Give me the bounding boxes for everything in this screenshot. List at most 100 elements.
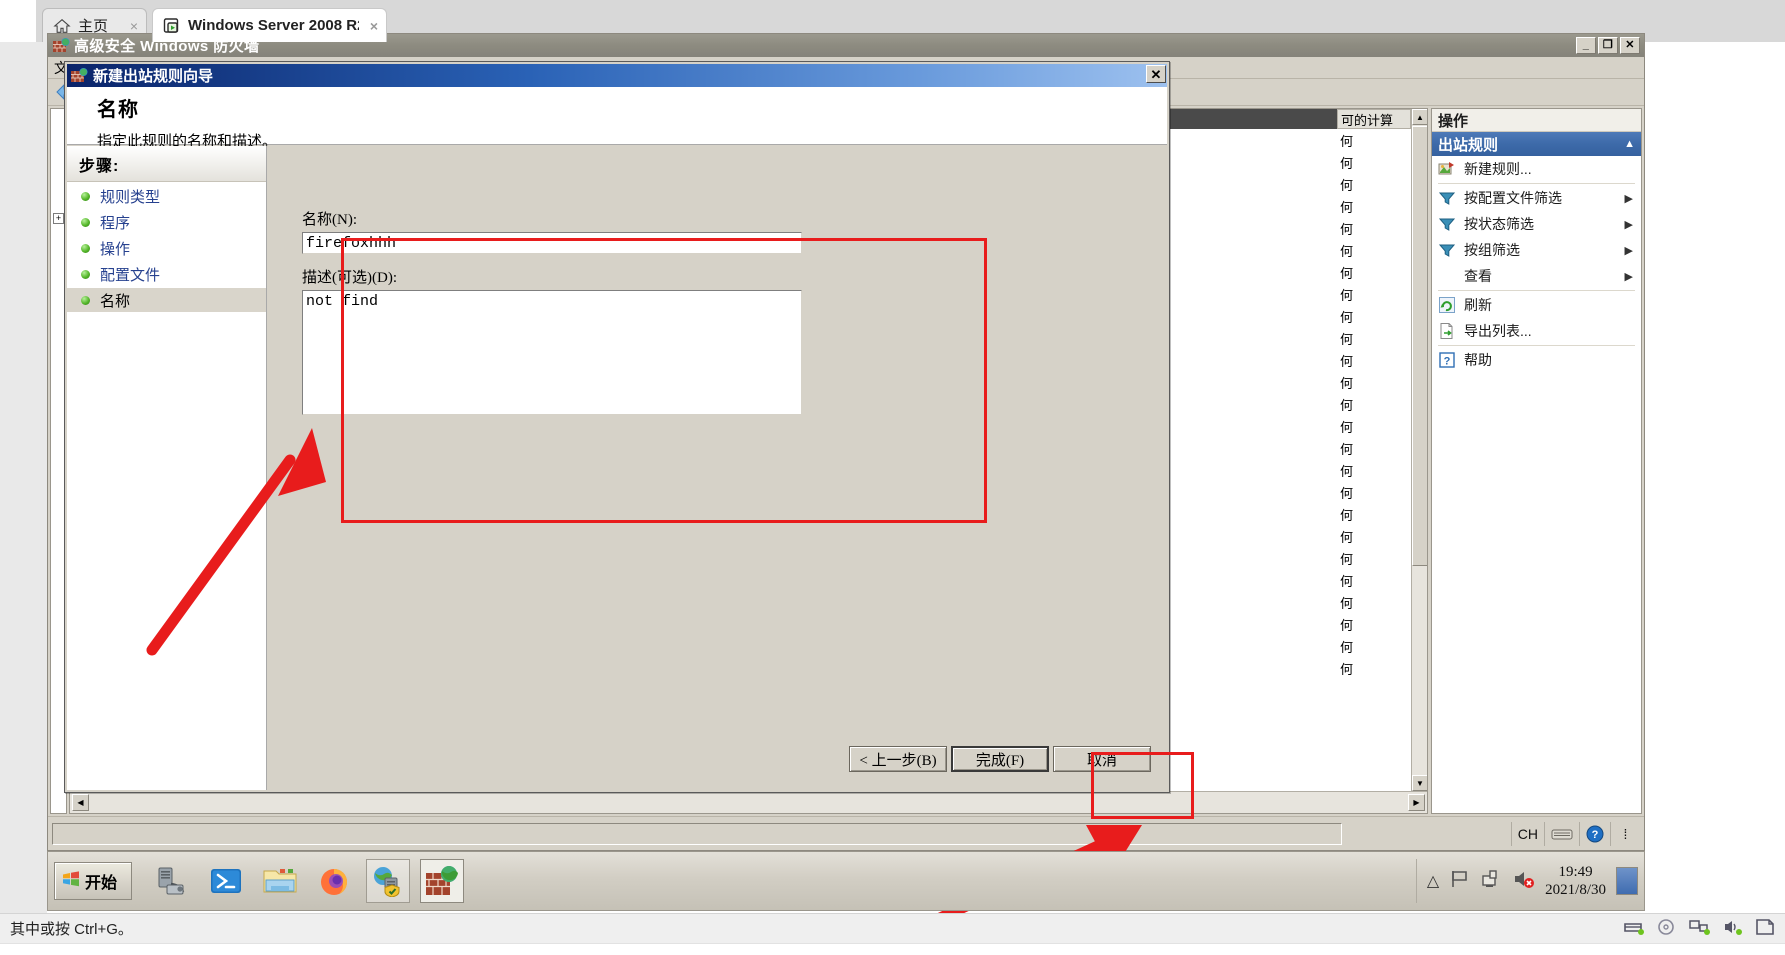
svg-text:?: ? [1444,356,1451,368]
firewall-icon [71,68,88,83]
scroll-right-arrow-icon[interactable]: ▶ [1408,794,1425,811]
window-controls: _ ❐ ✕ [1576,37,1640,54]
step-bullet-icon [81,191,90,201]
scroll-left-arrow-icon[interactable]: ◀ [72,794,89,811]
wizard-step-program[interactable]: 程序 [67,210,266,234]
start-label: 开始 [85,875,118,892]
firewall-icon[interactable] [420,859,464,903]
audio-icon[interactable] [1723,918,1743,940]
chevron-right-icon[interactable]: ▶ [1625,218,1633,231]
chevron-up-icon[interactable]: ▲ [1624,138,1635,150]
chevron-right-icon[interactable]: ▶ [1625,244,1633,257]
right-gutter [1645,0,1785,913]
action-filter-by-group[interactable]: 按组筛选 ▶ [1432,237,1641,263]
volume-muted-icon[interactable] [1513,869,1535,894]
wizard-header: 名称 指定此规则的名称和描述。 [67,87,1167,150]
step-bullet-icon [81,217,90,227]
rules-list-column-last[interactable]: 可的计算 [1337,109,1411,129]
help-icon[interactable]: ? [1579,821,1610,846]
table-cell: 何 [1339,442,1353,457]
home-icon [53,17,71,35]
action-filter-by-profile[interactable]: 按配置文件筛选 ▶ [1432,185,1641,211]
firefox-icon[interactable] [312,859,356,903]
ime-language[interactable]: CH [1510,821,1544,846]
note-icon[interactable] [1755,918,1775,940]
scroll-down-arrow-icon[interactable]: ▼ [1412,775,1427,791]
wizard-steps-title: 步骤: [67,146,266,182]
wizard-step-action[interactable]: 操作 [67,236,266,260]
network-icon[interactable] [1481,869,1503,894]
rules-list-vertical-scrollbar[interactable]: ▲ ▼ [1411,109,1427,791]
finish-button[interactable]: 完成(F) [951,746,1049,772]
ime-more-icon[interactable]: ⁞ [1610,821,1640,846]
show-desktop-button[interactable] [1616,867,1638,895]
step-label: 操作 [100,240,131,258]
maximize-button[interactable]: ❐ [1598,37,1618,54]
close-button[interactable]: ✕ [1620,37,1640,54]
table-cell: 何 [1339,596,1353,611]
host-bottom-edge [0,943,1785,955]
table-cell: 何 [1339,222,1353,237]
wizard-close-button[interactable]: ✕ [1146,65,1166,83]
clock-date: 2021/8/30 [1545,882,1606,898]
table-cell: 何 [1339,310,1353,325]
action-filter-by-state[interactable]: 按状态筛选 ▶ [1432,211,1641,237]
back-button[interactable]: < 上一步(B) [849,746,947,772]
disk-icon[interactable] [1623,918,1645,940]
name-input[interactable]: firefoxhhh [302,232,802,254]
tab-label: Windows Server 2008 R2 x64 [188,17,359,34]
network-security-icon[interactable] [366,859,410,903]
step-label: 程序 [100,214,131,232]
wizard-step-profile[interactable]: 配置文件 [67,262,266,286]
powershell-icon[interactable] [204,859,248,903]
table-cell: 何 [1339,486,1353,501]
tab-virtual-machine[interactable]: Windows Server 2008 R2 x64 × [152,8,387,42]
close-icon[interactable]: × [126,19,138,33]
start-button[interactable]: 开始 [54,862,132,900]
spacer-icon [1438,267,1456,285]
action-new-rule[interactable]: 新建规则... [1432,156,1641,182]
left-gutter [0,42,47,913]
tabstrip-left-pad [0,0,36,42]
actions-pane: 操作 出站规则 ▲ 新建规则... 按配置文件筛选 ▶ 按状态筛选 ▶ 按组筛选… [1431,108,1642,814]
keyboard-icon[interactable] [1544,821,1579,846]
scroll-thumb[interactable] [1412,126,1427,566]
action-help[interactable]: ? 帮助 [1432,347,1641,373]
flag-icon[interactable] [1449,869,1471,894]
windows-taskbar: 开始 △ 19:49 2021/8/30 [47,851,1645,911]
filter-icon [1438,241,1456,259]
wizard-page-title: 名称 [97,99,139,121]
step-bullet-icon [81,269,90,279]
rules-list-horizontal-scrollbar[interactable]: ◀ ▶ [70,791,1427,813]
minimize-button[interactable]: _ [1576,37,1596,54]
wizard-step-name[interactable]: 名称 [67,288,266,312]
table-cell: 何 [1339,508,1353,523]
scroll-up-arrow-icon[interactable]: ▲ [1412,109,1427,125]
wizard-titlebar: 新建出站规则向导 [67,64,1167,87]
close-icon[interactable]: × [366,19,378,33]
vm-icon [163,17,181,35]
actions-group-outbound-rules[interactable]: 出站规则 ▲ [1432,132,1641,156]
new-outbound-rule-wizard: 新建出站规则向导 ✕ 名称 指定此规则的名称和描述。 步骤: 规则类型 程序 操… [64,61,1170,793]
network-icon[interactable] [1689,918,1711,940]
divider [1438,345,1635,346]
server-manager-icon[interactable] [150,859,194,903]
chevron-right-icon[interactable]: ▶ [1625,192,1633,205]
table-cell: 何 [1339,574,1353,589]
show-hidden-icons-icon[interactable]: △ [1427,871,1439,891]
description-textarea[interactable]: not find [302,290,802,415]
explorer-icon[interactable] [258,859,302,903]
svg-text:?: ? [1592,829,1599,841]
wizard-step-rule-type[interactable]: 规则类型 [67,184,266,208]
chevron-right-icon[interactable]: ▶ [1625,270,1633,283]
taskbar-clock[interactable]: 19:49 2021/8/30 [1545,863,1606,899]
cd-icon[interactable] [1657,918,1677,940]
host-status-text: 其中或按 Ctrl+G。 [10,921,133,938]
action-export-list[interactable]: 导出列表... [1432,318,1641,344]
tree-expand-icon[interactable]: + [53,213,64,224]
ime-indicator[interactable]: CH ? ⁞ [1510,821,1644,846]
action-refresh[interactable]: 刷新 [1432,292,1641,318]
action-view[interactable]: 查看 ▶ [1432,263,1641,289]
cancel-button[interactable]: 取消 [1053,746,1151,772]
host-status-icons [1623,918,1775,940]
